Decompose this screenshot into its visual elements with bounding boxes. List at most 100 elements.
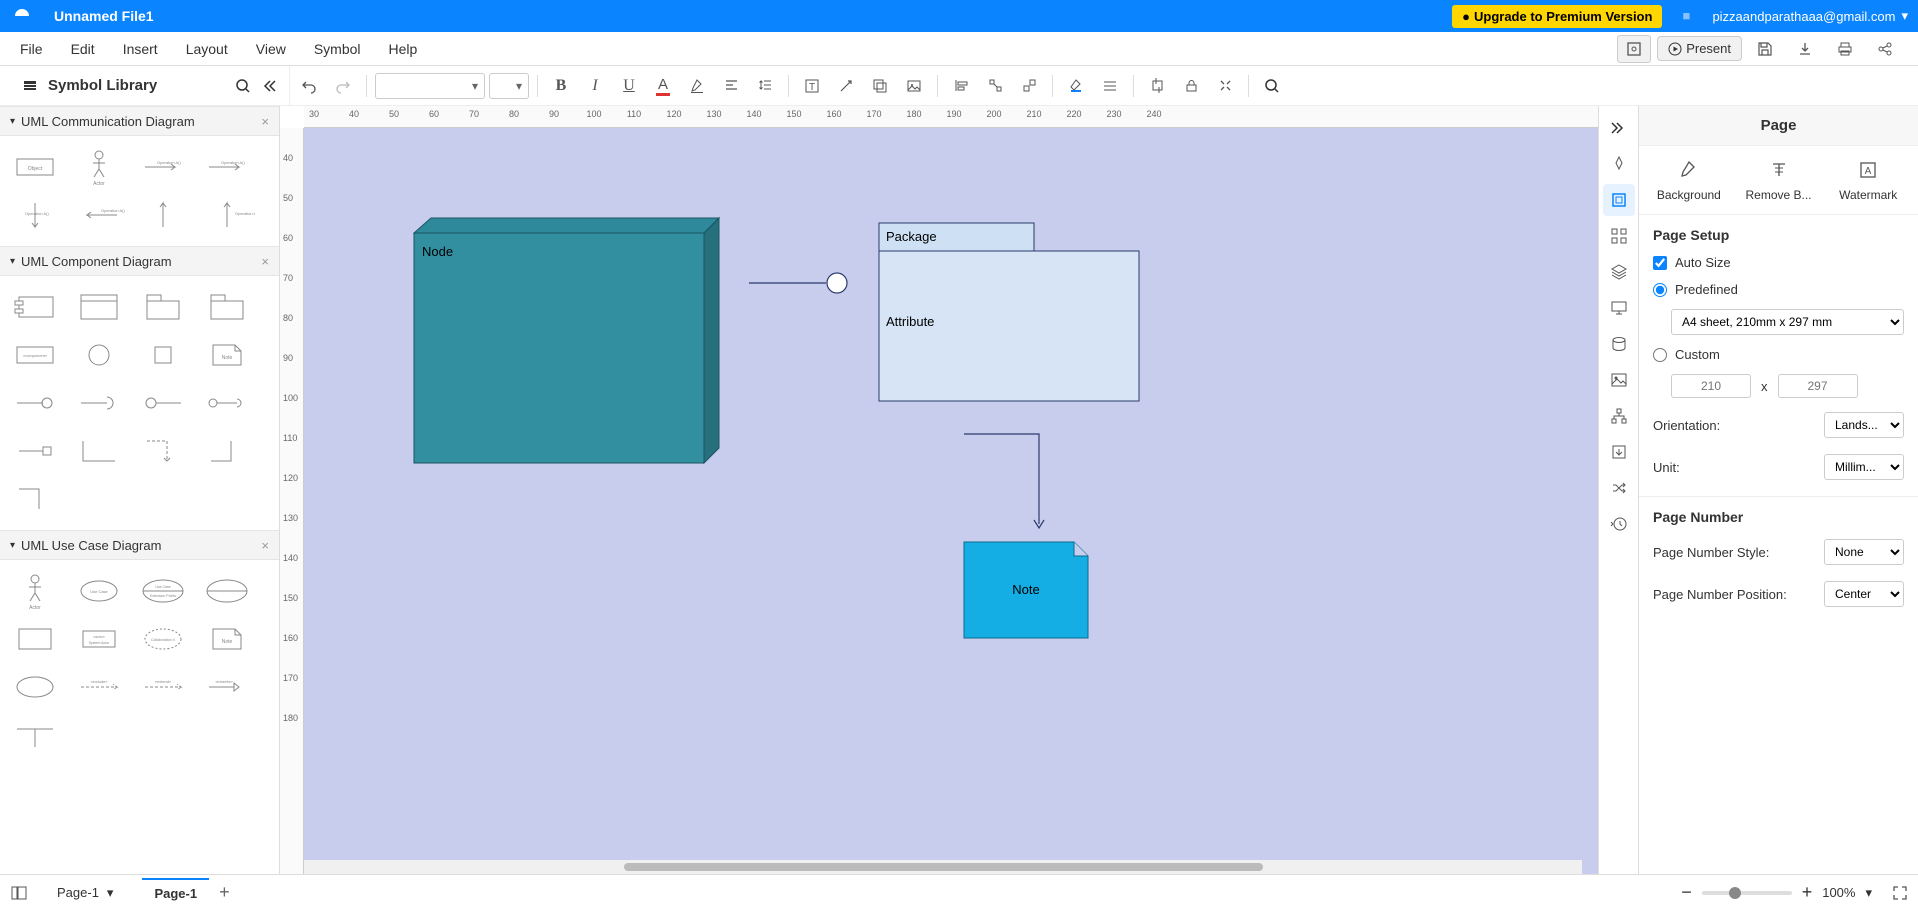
present-button[interactable]: Present [1657, 36, 1742, 61]
close-icon[interactable]: × [261, 114, 269, 129]
shape-operation-r2[interactable]: Operation A() [196, 144, 258, 190]
unit-select[interactable]: Millim... [1824, 454, 1904, 480]
shape-square[interactable] [132, 332, 194, 378]
export-tab-icon[interactable] [1603, 436, 1635, 468]
file-title[interactable]: Unnamed File1 [54, 8, 154, 24]
align-left-tool[interactable] [946, 71, 976, 101]
undo-button[interactable] [294, 71, 324, 101]
shape-socket[interactable] [68, 380, 130, 426]
outline-icon[interactable] [10, 884, 28, 902]
horizontal-scrollbar[interactable] [304, 860, 1582, 874]
shape-operation-u[interactable] [132, 192, 194, 238]
layers-tab-icon[interactable] [1603, 256, 1635, 288]
tree-tab-icon[interactable] [1603, 400, 1635, 432]
shape-ellipse-blank[interactable] [4, 664, 66, 710]
container-tool[interactable] [865, 71, 895, 101]
presentation-tab-icon[interactable] [1603, 292, 1635, 324]
group-header[interactable]: ▾ UML Communication Diagram × [0, 106, 279, 136]
print-icon[interactable] [1828, 35, 1862, 63]
menu-file[interactable]: File [6, 35, 57, 63]
menu-symbol[interactable]: Symbol [300, 35, 375, 63]
settings-tool[interactable] [1210, 71, 1240, 101]
align-button[interactable] [716, 71, 746, 101]
font-size-select[interactable]: ▾ [489, 73, 529, 99]
data-tab-icon[interactable] [1603, 328, 1635, 360]
shape-operation-u2[interactable]: Operation A() [196, 192, 258, 238]
underline-button[interactable]: U [614, 71, 644, 101]
shape-actor[interactable]: Actor [68, 144, 130, 190]
group-tool[interactable] [1014, 71, 1044, 101]
highlight-button[interactable] [682, 71, 712, 101]
shape-ext-point2[interactable] [196, 568, 258, 614]
predefined-radio[interactable] [1653, 283, 1667, 297]
focus-mode-button[interactable] [1617, 35, 1651, 63]
library-icon[interactable] [22, 78, 38, 94]
shape-tconn[interactable] [4, 712, 66, 758]
share-icon[interactable] [1868, 35, 1902, 63]
custom-radio[interactable] [1653, 348, 1667, 362]
shape-port[interactable] [4, 428, 66, 474]
zoom-slider[interactable] [1702, 891, 1792, 895]
shape-elbow[interactable] [68, 428, 130, 474]
shape-inherit[interactable]: «inherits» [196, 664, 258, 710]
orientation-select[interactable]: Lands... [1824, 412, 1904, 438]
shape-actor-uc[interactable]: Actor [4, 568, 66, 614]
shape-system[interactable] [4, 616, 66, 662]
shape-operation-d[interactable]: Operation A() [4, 192, 66, 238]
shape-circle[interactable] [68, 332, 130, 378]
shape-package[interactable] [132, 284, 194, 330]
fullscreen-icon[interactable] [1892, 885, 1908, 901]
app-logo[interactable] [10, 4, 34, 28]
shape-component2[interactable] [68, 284, 130, 330]
bold-button[interactable]: B [546, 71, 576, 101]
fill-color-button[interactable] [1061, 71, 1091, 101]
shape-note-uc[interactable]: Note [196, 616, 258, 662]
shape-object[interactable]: Object [4, 144, 66, 190]
shape-ball-both[interactable] [196, 380, 258, 426]
height-input[interactable] [1778, 374, 1858, 398]
close-icon[interactable]: × [261, 538, 269, 553]
connector-tool[interactable] [831, 71, 861, 101]
page-tab-icon[interactable] [1603, 184, 1635, 216]
save-icon[interactable] [1748, 35, 1782, 63]
shape-ball-left[interactable] [132, 380, 194, 426]
add-page-button[interactable]: + [219, 882, 230, 903]
close-icon[interactable]: × [261, 254, 269, 269]
text-tool[interactable]: T [797, 71, 827, 101]
watermark-tab[interactable]: A Watermark [1826, 158, 1910, 202]
ruler-vertical[interactable]: 405060708090100110120130140150160170180 [280, 128, 304, 874]
shape-operation-l[interactable]: Operation A() [68, 192, 130, 238]
canvas[interactable]: Node Package Attribute [304, 128, 1598, 874]
shape-sysactor[interactable]: «actor»System Actor [68, 616, 130, 662]
shape-operation-r[interactable]: Operation A() [132, 144, 194, 190]
collapse-icon[interactable] [261, 78, 277, 94]
shape-usecase[interactable]: Use Case [68, 568, 130, 614]
zoom-value[interactable]: 100% [1822, 885, 1855, 900]
shape-component[interactable] [4, 284, 66, 330]
image-tool[interactable] [899, 71, 929, 101]
group-header[interactable]: ▾ UML Use Case Diagram × [0, 530, 279, 560]
zoom-in-button[interactable]: + [1802, 882, 1813, 903]
pn-pos-select[interactable]: Center [1824, 581, 1904, 607]
search-tool[interactable] [1257, 71, 1287, 101]
width-input[interactable] [1671, 374, 1751, 398]
upgrade-button[interactable]: ●Upgrade to Premium Version [1452, 5, 1662, 28]
menu-view[interactable]: View [242, 35, 300, 63]
predefined-select[interactable]: A4 sheet, 210mm x 297 mm [1671, 309, 1904, 335]
menu-layout[interactable]: Layout [172, 35, 242, 63]
grid-tab-icon[interactable] [1603, 220, 1635, 252]
image-tab-icon[interactable] [1603, 364, 1635, 396]
lock-tool[interactable] [1176, 71, 1206, 101]
ruler-horizontal[interactable]: 3040506070809010011012013014015016017018… [304, 106, 1598, 128]
redo-button[interactable] [328, 71, 358, 101]
page-select[interactable]: Page-1 ▾ [48, 880, 122, 906]
menu-help[interactable]: Help [375, 35, 432, 63]
history-tab-icon[interactable] [1603, 508, 1635, 540]
zoom-out-button[interactable]: − [1681, 882, 1692, 903]
auto-size-checkbox[interactable] [1653, 256, 1667, 270]
shape-ext-point[interactable]: Use CaseExtension Points [132, 568, 194, 614]
shape-package2[interactable] [196, 284, 258, 330]
menu-edit[interactable]: Edit [57, 35, 109, 63]
distribute-tool[interactable] [980, 71, 1010, 101]
shape-collab[interactable]: Collaboration X [132, 616, 194, 662]
